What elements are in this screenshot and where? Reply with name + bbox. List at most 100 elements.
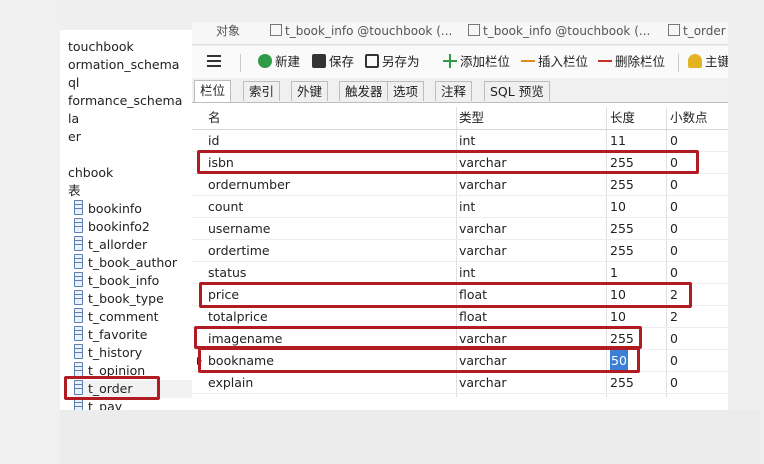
field-type-cell[interactable]: int (459, 130, 475, 152)
field-type-cell[interactable]: varchar (459, 240, 507, 262)
tree-table-bookinfo[interactable]: bookinfo (74, 200, 142, 218)
field-decimals-cell[interactable]: 0 (670, 130, 678, 152)
table-row[interactable]: count int 10 0 (192, 196, 728, 218)
tree-db-information-schema[interactable]: ormation_schema (68, 56, 179, 74)
field-decimals-cell[interactable]: 0 (670, 262, 678, 284)
tree-item-label: formance_schema (68, 93, 183, 108)
field-name-cell[interactable]: ordertime (208, 240, 270, 262)
tab-sql-preview[interactable]: SQL 预览 (484, 81, 550, 101)
table-row[interactable]: username varchar 255 0 (192, 218, 728, 240)
save-button[interactable]: 保存 (312, 52, 354, 72)
field-length-cell[interactable]: 255 (610, 372, 634, 394)
tree-tables-group[interactable]: 表 (68, 182, 81, 200)
tree-table-t-book-info[interactable]: t_book_info (74, 272, 159, 290)
delete-field-button[interactable]: 删除栏位 (598, 52, 665, 72)
tab-foreign-keys[interactable]: 外键 (291, 81, 329, 101)
tree-table-t-history[interactable]: t_history (74, 344, 142, 362)
field-length-cell[interactable]: 10 (610, 196, 626, 218)
tree-table-t-comment[interactable]: t_comment (74, 308, 159, 326)
tree-item-label: t_allorder (88, 237, 148, 252)
tree-table-bookinfo2[interactable]: bookinfo2 (74, 218, 150, 236)
tab-label: t_book_info @touchbook (... (285, 24, 453, 38)
column-header-name[interactable]: 名 (208, 107, 221, 129)
row-divider (192, 393, 728, 394)
field-length-cell[interactable]: 255 (610, 218, 634, 240)
tree-table-t-favorite[interactable]: t_favorite (74, 326, 147, 344)
field-decimals-cell[interactable]: 0 (670, 372, 678, 394)
add-field-button[interactable]: 添加栏位 (443, 52, 510, 72)
field-type-cell[interactable]: float (459, 306, 487, 328)
field-name-cell[interactable]: id (208, 130, 219, 152)
field-type-cell[interactable]: varchar (459, 174, 507, 196)
tree-db-mysql[interactable]: ql (68, 74, 79, 92)
tree-db-performance-schema[interactable]: formance_schema (68, 92, 182, 110)
column-header-length[interactable]: 长度 (610, 107, 635, 129)
table-row[interactable]: status int 1 0 (192, 262, 728, 284)
tab-t-book-info-2[interactable]: t_book_info @touchbook (... (468, 22, 650, 40)
tree-item-label: bookinfo (88, 201, 142, 216)
tab-indexes[interactable]: 索引 (243, 81, 281, 101)
tab-triggers[interactable]: 触发器 (339, 81, 389, 101)
field-name-cell[interactable]: status (208, 262, 246, 284)
field-length-cell[interactable]: 255 (610, 174, 634, 196)
column-header-decimals[interactable]: 小数点 (670, 107, 708, 129)
button-label: 添加栏位 (460, 54, 511, 69)
field-length-cell[interactable]: 10 (610, 306, 626, 328)
tab-label: t_book_info @touchbook (... (483, 24, 651, 38)
tab-label: 对象 (216, 24, 241, 38)
table-icon (74, 344, 83, 359)
tab-t-order[interactable]: t_order (668, 22, 726, 40)
field-name-cell[interactable]: username (208, 218, 271, 240)
tree-db-er[interactable]: er (68, 128, 81, 146)
field-decimals-cell[interactable]: 0 (670, 174, 678, 196)
field-type-cell[interactable]: varchar (459, 372, 507, 394)
tree-table-t-book-type[interactable]: t_book_type (74, 290, 164, 308)
field-type-cell[interactable]: int (459, 262, 475, 284)
table-row[interactable]: explain varchar 255 0 (192, 372, 728, 394)
field-type-cell[interactable]: varchar (459, 218, 507, 240)
field-decimals-cell[interactable]: 0 (670, 240, 678, 262)
field-type-cell[interactable]: int (459, 196, 475, 218)
tree-db-touchbook-open[interactable]: chbook (68, 164, 113, 182)
tab-label: t_order (683, 24, 726, 38)
column-header-type[interactable]: 类型 (459, 107, 484, 129)
field-length-cell[interactable]: 255 (610, 240, 634, 262)
field-decimals-cell[interactable]: 0 (670, 196, 678, 218)
tab-t-book-info-1[interactable]: t_book_info @touchbook (... (270, 22, 452, 40)
tab-objects[interactable]: 对象 (216, 22, 240, 40)
field-decimals-cell[interactable]: 0 (670, 328, 678, 350)
field-length-cell[interactable]: 1 (610, 262, 618, 284)
tree-db-touchbook[interactable]: touchbook (68, 38, 134, 56)
key-icon (688, 54, 702, 68)
table-row[interactable]: totalprice float 10 2 (192, 306, 728, 328)
field-name-cell[interactable]: explain (208, 372, 253, 394)
field-name-cell[interactable]: ordernumber (208, 174, 290, 196)
primary-key-button[interactable]: 主键 (688, 52, 728, 72)
field-name-cell[interactable]: totalprice (208, 306, 268, 328)
toolbar-divider (678, 54, 679, 72)
table-row[interactable]: ordertime varchar 255 0 (192, 240, 728, 262)
table-row[interactable]: id int 11 0 (192, 130, 728, 152)
tree-db-la[interactable]: la (68, 110, 79, 128)
tree-table-t-book-author[interactable]: t_book_author (74, 254, 177, 272)
table-row[interactable]: ordernumber varchar 255 0 (192, 174, 728, 196)
document-tab-bar: 对象 t_book_info @touchbook (... t_book_in… (192, 22, 728, 45)
background-panel-bottom (60, 410, 760, 464)
menu-icon[interactable] (207, 55, 221, 67)
tab-fields[interactable]: 栏位 (194, 80, 232, 102)
save-as-button[interactable]: 另存为 (365, 52, 420, 72)
tab-comment[interactable]: 注释 (435, 81, 473, 101)
field-name-cell[interactable]: count (208, 196, 243, 218)
tab-label: 注释 (441, 84, 467, 99)
new-button[interactable]: 新建 (258, 52, 300, 72)
insert-field-button[interactable]: 插入栏位 (521, 52, 588, 72)
field-decimals-cell[interactable]: 0 (670, 350, 678, 372)
insert-field-icon (521, 54, 535, 68)
table-icon (74, 236, 83, 251)
button-label: 删除栏位 (615, 54, 666, 69)
tree-table-t-allorder[interactable]: t_allorder (74, 236, 147, 254)
field-decimals-cell[interactable]: 0 (670, 218, 678, 240)
field-length-cell[interactable]: 11 (610, 130, 626, 152)
field-decimals-cell[interactable]: 2 (670, 306, 678, 328)
tab-options[interactable]: 选项 (387, 81, 425, 101)
